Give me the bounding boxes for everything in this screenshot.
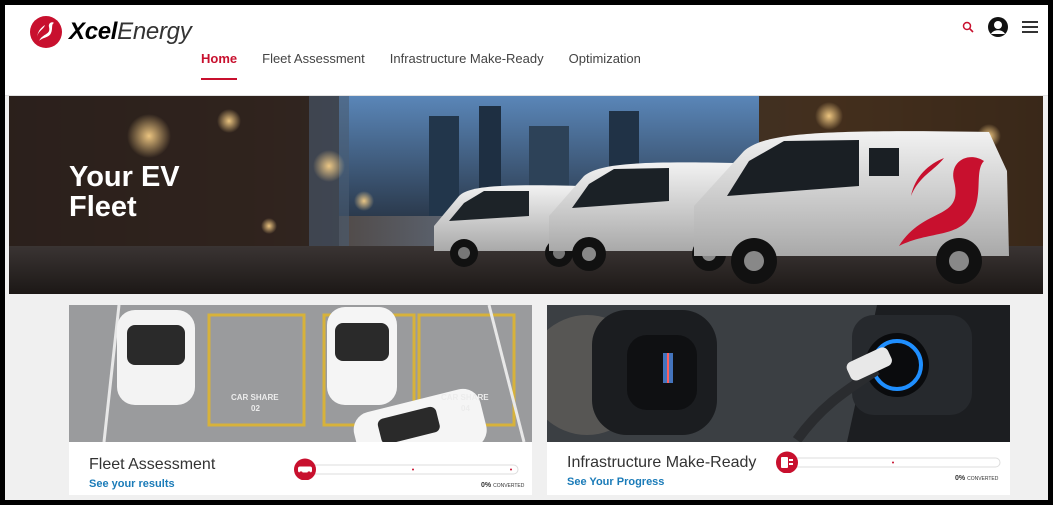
infrastructure-make-ready-title: Infrastructure Make-Ready xyxy=(567,454,757,471)
fleet-progress-percent: 0% CONVERTED xyxy=(481,482,525,489)
parking-label-car-share-04: CAR SHARE xyxy=(441,393,489,402)
fleet-assessment-card[interactable]: CAR SHARE 02 CAR SHARE 04 Fleet Assessme… xyxy=(69,305,532,495)
nav-optimization[interactable]: Optimization xyxy=(569,51,641,80)
xcel-flame-icon xyxy=(30,16,62,48)
hero-title: Your EV Fleet xyxy=(69,161,180,223)
see-your-results-link[interactable]: See your results xyxy=(89,478,175,490)
xcel-energy-logo[interactable]: XcelEnergy xyxy=(29,15,192,49)
parking-label-car-share-02: CAR SHARE xyxy=(231,393,279,402)
app-frame: XcelEnergy Home Fleet Assessment Infrast… xyxy=(5,5,1048,500)
nav-infrastructure-make-ready[interactable]: Infrastructure Make-Ready xyxy=(390,51,544,80)
hero-banner: Your EV Fleet xyxy=(9,96,1043,294)
nav-home[interactable]: Home xyxy=(201,51,238,80)
brand-name: XcelEnergy xyxy=(69,18,192,45)
parking-label-02: 02 xyxy=(251,404,260,413)
main-nav: Home Fleet Assessment Infrastructure Mak… xyxy=(201,51,666,80)
hamburger-menu-icon[interactable] xyxy=(1022,20,1038,34)
fleet-progress-bar xyxy=(294,458,519,480)
header-actions xyxy=(948,17,1038,37)
parking-label-04: 04 xyxy=(461,404,470,413)
parking-lot-image: CAR SHARE 02 CAR SHARE 04 xyxy=(69,305,532,442)
infrastructure-make-ready-card[interactable]: Infrastructure Make-Ready See Your Progr… xyxy=(547,305,1010,495)
infrastructure-progress-bar xyxy=(776,451,1001,473)
nav-fleet-assessment[interactable]: Fleet Assessment xyxy=(262,51,365,80)
infrastructure-progress-percent: 0% CONVERTED xyxy=(955,475,999,482)
see-your-progress-link[interactable]: See Your Progress xyxy=(567,476,664,488)
ev-charging-image xyxy=(547,305,1010,442)
user-avatar-icon[interactable] xyxy=(988,17,1008,37)
search-icon[interactable] xyxy=(962,21,974,33)
fleet-assessment-title: Fleet Assessment xyxy=(89,456,216,473)
site-header: XcelEnergy Home Fleet Assessment Infrast… xyxy=(5,5,1048,96)
